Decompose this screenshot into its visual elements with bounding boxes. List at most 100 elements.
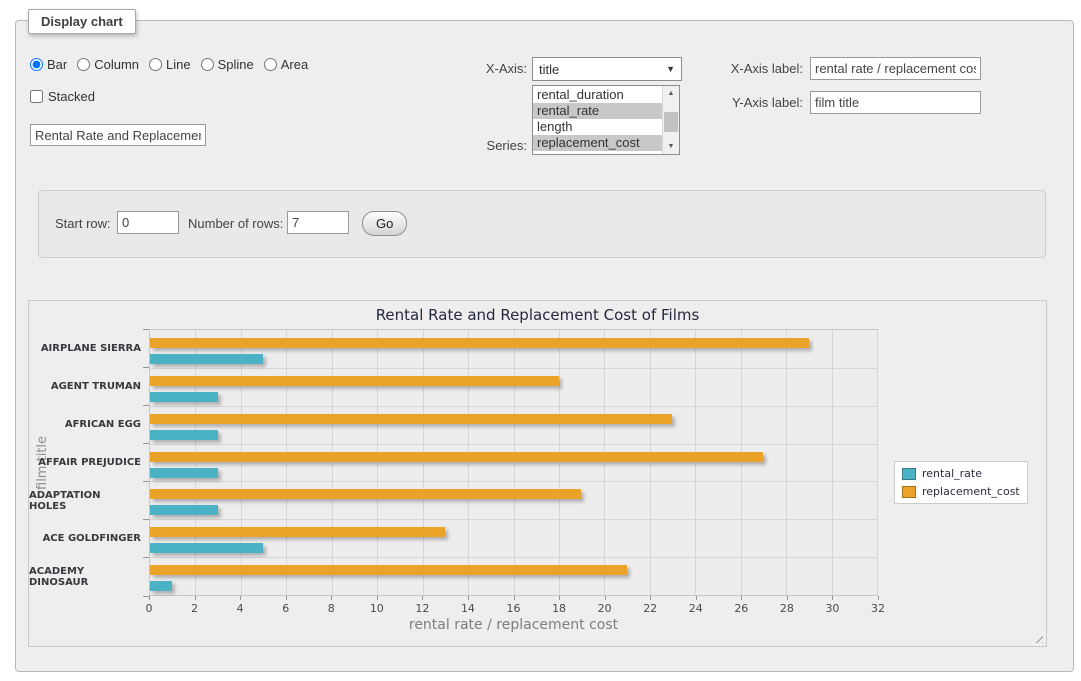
bar-rental_rate	[150, 468, 218, 478]
dropdown-arrow-icon: ▼	[666, 64, 675, 74]
chart-title-input[interactable]	[30, 124, 206, 146]
legend-label: replacement_cost	[922, 485, 1020, 498]
x-tick-label: 20	[598, 602, 612, 615]
bar-replacement_cost	[150, 338, 809, 348]
scrollbar-thumb[interactable]	[664, 112, 678, 132]
y-axis-label: AFRICAN EGG	[29, 405, 141, 443]
y-axis-label: ADAPTATION HOLES	[29, 482, 141, 520]
x-tick-mark	[331, 596, 332, 600]
x-tick-label: 26	[734, 602, 748, 615]
x-tick-label: 24	[689, 602, 703, 615]
x-tick-mark	[605, 596, 606, 600]
bar-replacement_cost	[150, 376, 559, 386]
chart-type-column[interactable]: Column	[77, 57, 139, 72]
gridline-vertical	[832, 330, 833, 595]
start-row-input[interactable]	[117, 211, 179, 234]
gridline-horizontal	[150, 519, 877, 520]
gridline-horizontal	[150, 444, 877, 445]
chart-title: Rental Rate and Replacement Cost of Film…	[29, 306, 1046, 324]
scroll-down-icon[interactable]: ▼	[663, 139, 679, 154]
chart-type-bar[interactable]: Bar	[30, 57, 67, 72]
x-tick-label: 16	[507, 602, 521, 615]
gridline-vertical	[241, 330, 242, 595]
stacked-option[interactable]: Stacked	[30, 89, 95, 104]
chart-type-line[interactable]: Line	[149, 57, 191, 72]
chart-type-label: Bar	[47, 57, 67, 72]
legend-swatch-icon	[902, 486, 916, 498]
gridline-horizontal	[150, 557, 877, 558]
chart-type-label: Spline	[218, 57, 254, 72]
legend-label: rental_rate	[922, 467, 982, 480]
gridline-vertical	[468, 330, 469, 595]
chart-type-radio-line[interactable]	[149, 58, 162, 71]
stacked-checkbox[interactable]	[30, 90, 43, 103]
x-axis-select[interactable]: title ▼	[532, 57, 682, 81]
chart-type-radio-bar[interactable]	[30, 58, 43, 71]
chart-type-radio-area[interactable]	[264, 58, 277, 71]
gridline-vertical	[786, 330, 787, 595]
y-axis-label-input[interactable]	[810, 91, 981, 114]
x-tick-mark	[878, 596, 879, 600]
series-options: rental_durationrental_ratelengthreplacem…	[533, 86, 662, 154]
series-option-rental_rate[interactable]: rental_rate	[533, 103, 662, 119]
chart-type-label: Line	[166, 57, 191, 72]
bar-rental_rate	[150, 354, 263, 364]
chart-type-area[interactable]: Area	[264, 57, 308, 72]
gridline-vertical	[559, 330, 560, 595]
x-tick-mark	[149, 596, 150, 600]
series-option-rental_duration[interactable]: rental_duration	[533, 87, 662, 103]
x-axis-label-input[interactable]	[810, 57, 981, 80]
x-tick-mark	[832, 596, 833, 600]
x-axis-select-label: X-Axis:	[440, 61, 527, 76]
gridline-vertical	[286, 330, 287, 595]
bar-replacement_cost	[150, 452, 763, 462]
y-axis-label: AIRPLANE SIERRA	[29, 329, 141, 367]
series-option-length[interactable]: length	[533, 119, 662, 135]
bar-replacement_cost	[150, 565, 627, 575]
chart-type-radio-spline[interactable]	[201, 58, 214, 71]
scroll-up-icon[interactable]: ▲	[663, 86, 679, 101]
x-tick-label: 12	[415, 602, 429, 615]
legend-item-replacement_cost: replacement_cost	[902, 485, 1020, 498]
x-tick-mark	[650, 596, 651, 600]
chart-type-group: Bar Column Line Spline Area	[30, 57, 308, 72]
gridline-vertical	[741, 330, 742, 595]
bar-rental_rate	[150, 581, 172, 591]
series-multiselect[interactable]: rental_durationrental_ratelengthreplacem…	[532, 85, 680, 155]
y-axis-label: ACADEMY DINOSAUR	[29, 558, 141, 596]
y-axis-labels: AIRPLANE SIERRAAGENT TRUMANAFRICAN EGGAF…	[29, 329, 141, 596]
x-tick-mark	[195, 596, 196, 600]
x-axis-selected-value: title	[539, 62, 559, 77]
number-of-rows-label: Number of rows:	[188, 216, 283, 231]
chart-type-radio-column[interactable]	[77, 58, 90, 71]
resize-handle-icon[interactable]	[1032, 632, 1043, 643]
x-tick-label: 32	[871, 602, 885, 615]
series-option-replacement_cost[interactable]: replacement_cost	[533, 135, 662, 151]
bar-rental_rate	[150, 543, 263, 553]
y-axis-label-label: Y-Axis label:	[700, 95, 803, 110]
number-of-rows-input[interactable]	[287, 211, 349, 234]
x-tick-mark	[286, 596, 287, 600]
bar-rental_rate	[150, 430, 218, 440]
gridline-vertical	[423, 330, 424, 595]
gridline-horizontal	[150, 368, 877, 369]
chart-type-label: Area	[281, 57, 308, 72]
series-scrollbar[interactable]: ▲ ▼	[662, 86, 679, 154]
x-tick-label: 0	[146, 602, 153, 615]
x-tick-mark	[741, 596, 742, 600]
gridline-vertical	[695, 330, 696, 595]
gridline-vertical	[877, 330, 878, 595]
legend-swatch-icon	[902, 468, 916, 480]
x-tick-label: 6	[282, 602, 289, 615]
chart-type-spline[interactable]: Spline	[201, 57, 254, 72]
start-row-label: Start row:	[55, 216, 111, 231]
x-tick-mark	[696, 596, 697, 600]
x-axis-label-label: X-Axis label:	[700, 61, 803, 76]
bar-replacement_cost	[150, 489, 581, 499]
x-tick-mark	[787, 596, 788, 600]
gridline-horizontal	[150, 406, 877, 407]
chart-type-label: Column	[94, 57, 139, 72]
go-button[interactable]: Go	[362, 211, 407, 236]
chart-legend: rental_rate replacement_cost	[894, 461, 1028, 504]
gridline-vertical	[332, 330, 333, 595]
